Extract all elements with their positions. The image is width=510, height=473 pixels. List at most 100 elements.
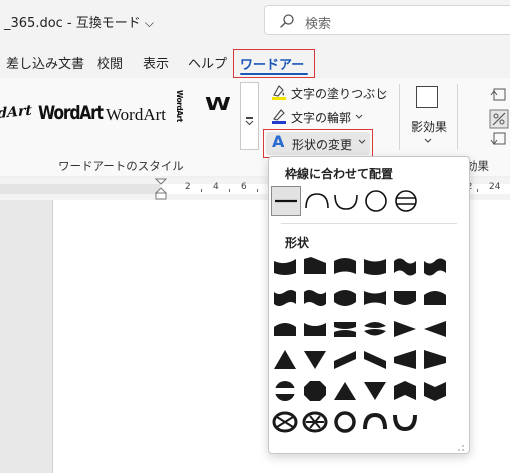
warp-shape-icon[interactable] (301, 285, 329, 311)
nudge-shadow-down-icon[interactable] (488, 130, 510, 150)
shadow-effects-label: 影効果 (411, 120, 448, 134)
path-option-arch-down[interactable] (331, 186, 361, 216)
warp-shape-icon[interactable] (361, 347, 389, 373)
wordart-style-5-w[interactable]: W (205, 94, 231, 115)
path-option-arch-up[interactable] (302, 186, 332, 216)
warp-shape-icon[interactable] (271, 285, 299, 311)
warp-shape-icon[interactable] (301, 316, 329, 342)
document-title-text: _365.doc - 互換モード (4, 16, 141, 31)
warp-shape-icon[interactable] (331, 378, 359, 404)
warp-shape-icon[interactable] (391, 347, 419, 373)
warp-shape-icon[interactable] (361, 253, 389, 279)
ruler-number: 24 (489, 182, 501, 192)
warp-shape-icon[interactable] (331, 316, 359, 342)
chevron-down-icon[interactable]: ⌵ (145, 16, 154, 30)
gallery-more-button[interactable] (240, 82, 259, 150)
warp-shape-icon[interactable] (271, 378, 299, 404)
follow-path-heading: 枠線に合わせて配置 (285, 167, 394, 181)
warp-shape-icon[interactable] (421, 347, 449, 373)
tab-view[interactable]: 表示 (143, 53, 169, 72)
shadow-effects-icon[interactable] (416, 86, 438, 108)
chevron-down-icon (358, 139, 366, 144)
warp-shape-icon[interactable] (301, 409, 329, 435)
path-option-line[interactable] (271, 186, 301, 216)
tab-mailings[interactable]: 差し込み文書 (6, 53, 84, 72)
wordart-style-gallery: WordArt WordArt WordArt WordArt W (0, 84, 240, 144)
warp-shape-icon[interactable] (421, 285, 449, 311)
warp-shape-icon[interactable] (271, 409, 299, 435)
warp-shape-grid (271, 253, 451, 433)
text-effect-a-icon: A (272, 132, 285, 151)
change-shape-label: 形状の変更 (292, 138, 353, 152)
warp-shape-icon[interactable] (361, 285, 389, 311)
nudge-shadow-up-icon[interactable] (488, 86, 510, 106)
ruler-number: 4 (213, 182, 219, 192)
warp-shape-icon[interactable] (361, 316, 389, 342)
warp-shape-icon[interactable] (271, 316, 299, 342)
more-bar (246, 117, 253, 119)
warp-shape-icon[interactable] (301, 378, 329, 404)
path-option-button[interactable] (391, 186, 421, 216)
arch-up-icon (305, 193, 329, 209)
shadow-onoff-icon[interactable] (488, 108, 510, 130)
tab-review[interactable]: 校閲 (97, 53, 123, 72)
arch-down-icon (334, 194, 358, 210)
text-fill-label: 文字の塗りつぶし (291, 87, 388, 101)
warp-shape-icon[interactable] (421, 253, 449, 279)
warp-shape-icon[interactable] (391, 378, 419, 404)
tab-help[interactable]: ヘルプ (188, 53, 227, 72)
ruler-number: 2 (185, 182, 191, 192)
indent-marker-icon[interactable] (155, 178, 167, 200)
ruler-number: 6 (241, 182, 247, 192)
search-placeholder: 検索 (305, 17, 332, 32)
shadow-effects-button[interactable]: 影効果 (411, 118, 447, 143)
ruler-tick (257, 189, 258, 192)
title-bar: _365.doc - 互換モード ⌵ 検索 (0, 0, 510, 42)
dropdown-divider (281, 223, 457, 224)
resize-grip-icon[interactable] (457, 441, 465, 451)
search-icon (280, 14, 294, 28)
wordart-style-2[interactable]: WordArt (38, 102, 104, 124)
wordart-style-3[interactable]: WordArt (106, 105, 166, 125)
chevron-down-icon (355, 114, 363, 119)
group-separator (399, 84, 400, 150)
warp-shape-icon[interactable] (421, 316, 449, 342)
chevron-down-icon (424, 138, 432, 143)
text-fill-icon (272, 85, 286, 100)
text-outline-label: 文字の輪郭 (291, 111, 352, 125)
warp-shape-icon[interactable] (271, 253, 299, 279)
warp-shape-icon[interactable] (301, 253, 329, 279)
chevron-down-icon (245, 120, 254, 126)
warp-shape-icon[interactable] (421, 378, 449, 404)
group-separator (457, 84, 458, 150)
warp-shape-icon[interactable] (361, 378, 389, 404)
change-shape-button[interactable]: A 形状の変更 (263, 129, 373, 158)
wordart-styles-group-label: ワードアートのスタイル (58, 159, 184, 173)
ruler-tick (229, 189, 230, 192)
warp-shape-icon[interactable] (331, 347, 359, 373)
warp-shape-icon[interactable] (331, 409, 359, 435)
path-option-circle[interactable] (361, 186, 391, 216)
wordart-style-4[interactable]: WordArt (175, 90, 184, 122)
wordart-style-1[interactable]: WordArt (0, 103, 32, 126)
ruler-margin (0, 184, 160, 194)
text-outline-icon (272, 109, 286, 124)
warp-shape-icon[interactable] (331, 285, 359, 311)
warp-shape-icon[interactable] (361, 409, 389, 435)
ruler-tick (201, 189, 202, 192)
ruler-tick (477, 189, 478, 192)
warp-heading: 形状 (285, 236, 310, 250)
warp-shape-icon[interactable] (391, 316, 419, 342)
warp-shape-icon[interactable] (331, 253, 359, 279)
circle-path-icon (365, 190, 387, 212)
tab-wordart[interactable]: ワードアート (233, 49, 315, 92)
document-title[interactable]: _365.doc - 互換モード ⌵ (4, 12, 154, 31)
warp-shape-icon[interactable] (391, 409, 419, 435)
warp-shape-icon[interactable] (391, 285, 419, 311)
chevron-down-icon (379, 90, 387, 95)
warp-shape-icon[interactable] (391, 253, 419, 279)
warp-shape-icon[interactable] (271, 347, 299, 373)
plain-line-icon (275, 199, 297, 203)
warp-shape-icon[interactable] (301, 347, 329, 373)
search-box[interactable]: 検索 (264, 5, 510, 35)
